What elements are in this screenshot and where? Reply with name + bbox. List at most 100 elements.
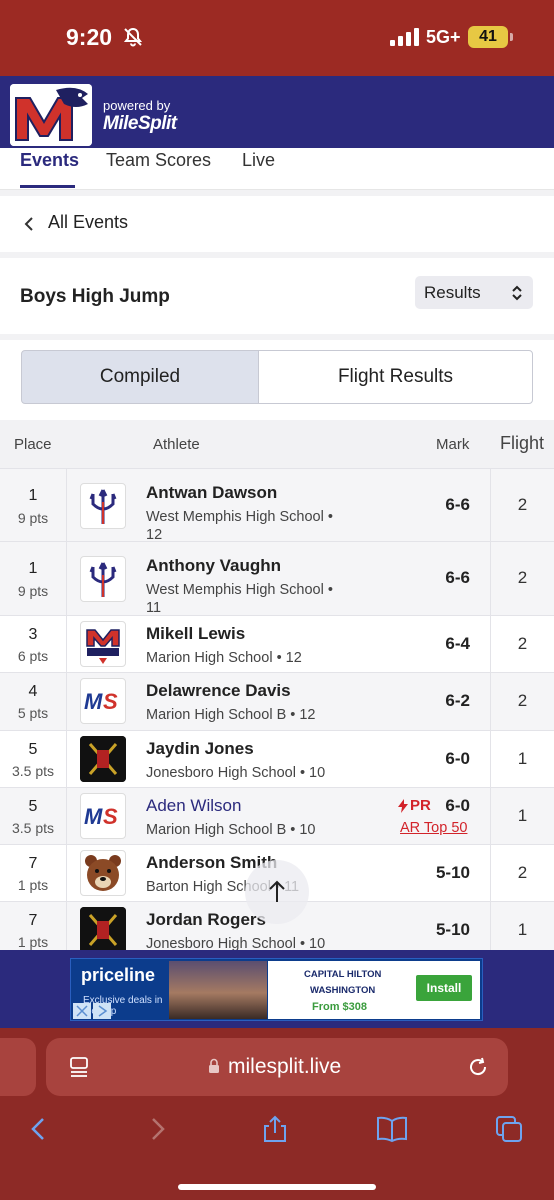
ms-logo: MS [80, 793, 126, 839]
ad-price: From $308 [312, 1001, 368, 1013]
reload-icon[interactable] [466, 1055, 490, 1079]
marion-logo[interactable] [10, 84, 92, 146]
all-events-link[interactable]: All Events [0, 196, 554, 252]
row-flight: 2 [517, 863, 528, 882]
event-title: Boys High Jump [20, 286, 170, 307]
share-icon[interactable] [260, 1114, 290, 1144]
marion-track-logo [80, 621, 126, 667]
ad-card: CAPITAL HILTON WASHINGTON From $308 Inst… [268, 961, 480, 1019]
cell-divider [66, 788, 67, 844]
row-mark: 6-2 [445, 691, 470, 710]
row-mark: 6-0 [445, 749, 470, 768]
table-row[interactable]: 4 5 pts MS Delawrence Davis Marion High … [0, 672, 554, 730]
active-tab-indicator [20, 185, 75, 188]
cell-divider [66, 902, 67, 950]
cell-divider [66, 616, 67, 672]
table-row[interactable]: 1 9 pts Antwan Dawson West Memphis High … [0, 468, 554, 543]
milesplit-brand[interactable]: MileSplit [103, 113, 177, 135]
arrow-up-icon [269, 880, 285, 902]
view-toggle: Compiled Flight Results [0, 340, 554, 420]
ad-install-button[interactable]: Install [416, 975, 472, 1001]
battery-level: 41 [468, 26, 508, 48]
powered-by-text: powered by [103, 98, 171, 113]
row-flight: 1 [517, 920, 528, 939]
back-icon[interactable] [24, 1114, 54, 1144]
tab-live[interactable]: Live [242, 150, 275, 171]
tab-team-scores[interactable]: Team Scores [106, 150, 211, 171]
ms-icon: MS [84, 689, 118, 714]
page-menu-icon[interactable] [68, 1056, 90, 1078]
ar-top-50-link[interactable]: AR Top 50 [400, 820, 467, 836]
ad-hotel-city: WASHINGTON [310, 985, 376, 996]
forward-icon[interactable] [142, 1114, 172, 1144]
row-flight: 2 [517, 568, 528, 587]
svg-text:M: M [84, 804, 103, 829]
athlete-school: Marion High School • 12 [146, 650, 302, 666]
results-select-value: Results [424, 283, 481, 302]
cell-divider [66, 673, 67, 730]
trident-icon [89, 562, 117, 597]
row-mark: 6-0 [445, 796, 470, 815]
site-header: powered by MileSplit [0, 76, 554, 154]
header-mark: Mark [436, 436, 470, 453]
barton-bear-logo [80, 850, 126, 896]
compiled-toggle[interactable]: Compiled [21, 350, 259, 404]
jonesboro-icon [80, 907, 126, 950]
row-points: 6 pts [17, 648, 49, 664]
row-flight: 2 [517, 634, 528, 653]
network-type: 5G+ [426, 27, 461, 47]
row-points: 9 pts [17, 510, 49, 526]
table-row[interactable]: 1 9 pts Anthony Vaughn West Memphis High… [0, 541, 554, 616]
cell-divider [66, 469, 67, 541]
results-select[interactable]: Results [415, 276, 533, 309]
row-place: 4 [28, 683, 38, 700]
previous-tab-peek[interactable] [0, 1038, 36, 1096]
west-memphis-logo [80, 483, 126, 529]
home-indicator [178, 1184, 376, 1190]
row-mark: 6-6 [445, 568, 470, 587]
athlete-school: Jonesboro High School • 10 [146, 765, 326, 781]
event-header: Boys High Jump Results [0, 258, 554, 334]
signal-icon [390, 28, 419, 46]
row-place: 1 [28, 487, 38, 504]
athlete-name[interactable]: Mikell Lewis [146, 624, 245, 644]
priceline-ad[interactable]: priceline Exclusive deals in the app CAP… [70, 958, 483, 1021]
row-flight: 1 [517, 749, 528, 768]
address-bar[interactable]: milesplit.live [46, 1038, 508, 1096]
table-row[interactable]: 3 6 pts Mikell Lewis Marion High School … [0, 615, 554, 672]
cell-divider [66, 731, 67, 787]
table-header: Place Athlete Mark Flight [0, 420, 554, 468]
athlete-name[interactable]: Jaydin Jones [146, 739, 254, 759]
jonesboro-logo [80, 907, 126, 950]
trident-icon [89, 489, 117, 524]
ms-icon: MS [84, 804, 118, 829]
bear-icon [85, 855, 121, 891]
flight-results-toggle[interactable]: Flight Results [258, 350, 533, 404]
tab-events[interactable]: Events [20, 150, 79, 171]
west-memphis-logo [80, 556, 126, 602]
event-tabs: Events Team Scores Live [0, 148, 554, 190]
athlete-school: Marion High School B • 12 [146, 707, 316, 723]
svg-text:M: M [84, 689, 103, 714]
jonesboro-icon [80, 736, 126, 782]
lock-icon [209, 1058, 219, 1073]
ms-logo: MS [80, 678, 126, 724]
table-row[interactable]: 5 3.5 pts MS Aden Wilson Marion High Sch… [0, 787, 554, 844]
bookmarks-icon[interactable] [376, 1114, 408, 1144]
header-athlete: Athlete [153, 436, 200, 453]
all-events-label: All Events [48, 212, 129, 232]
athlete-name[interactable]: Delawrence Davis [146, 681, 291, 701]
ad-close-icon[interactable] [73, 1003, 91, 1019]
tabs-icon[interactable] [494, 1114, 524, 1144]
ad-banner-container: priceline Exclusive deals in the app CAP… [0, 950, 554, 1028]
athlete-name[interactable]: Aden Wilson [146, 796, 241, 816]
row-flight: 1 [517, 806, 528, 825]
row-mark: 5-10 [435, 920, 470, 939]
scroll-to-top-button[interactable] [245, 860, 309, 924]
row-place: 1 [28, 560, 38, 577]
svg-text:S: S [103, 804, 118, 829]
table-row[interactable]: 5 3.5 pts Jaydin Jones Jonesboro High Sc… [0, 730, 554, 787]
ad-info-icon[interactable] [93, 1003, 111, 1019]
athlete-name[interactable]: Antwan Dawson [146, 483, 277, 503]
athlete-name[interactable]: Anthony Vaughn [146, 556, 281, 576]
